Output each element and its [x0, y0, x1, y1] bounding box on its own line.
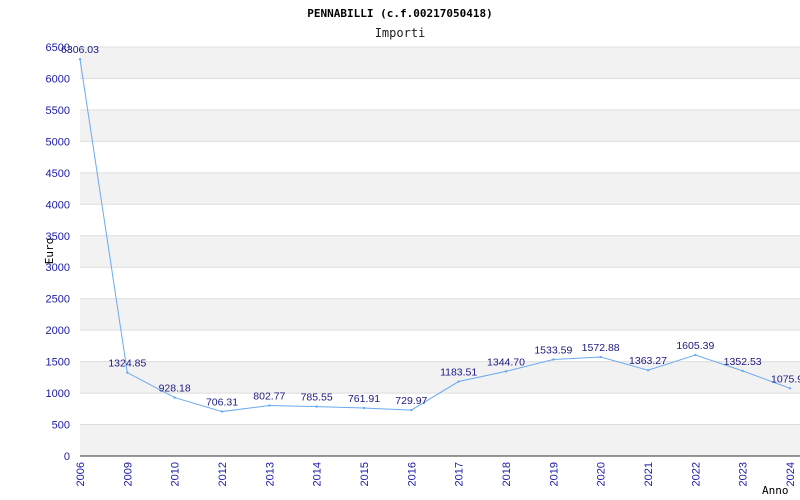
x-tick-label: 2009 [122, 462, 134, 486]
data-label: 1363.27 [629, 355, 667, 367]
data-point [788, 387, 792, 390]
grid-band [80, 393, 800, 425]
data-label: 785.55 [301, 392, 333, 404]
x-tick-label: 2015 [359, 462, 371, 486]
grid-band [80, 78, 800, 110]
data-point [268, 404, 271, 407]
y-tick-label: 5000 [46, 136, 70, 148]
x-tick-label: 2016 [406, 462, 418, 486]
data-point [599, 355, 602, 359]
x-tick-label: 2022 [690, 462, 702, 486]
data-label: 1605.39 [676, 340, 714, 352]
x-tick-label: 2010 [170, 462, 182, 486]
data-point [694, 353, 697, 357]
x-tick-label: 2023 [738, 462, 750, 486]
data-label: 1572.88 [582, 342, 620, 354]
grid-band [80, 109, 800, 142]
data-point [741, 369, 744, 373]
data-point [220, 410, 224, 413]
y-tick-label: 1500 [46, 357, 70, 369]
data-label: 1352.53 [724, 356, 762, 368]
line-chart: 0500100015002000250030003500400045005000… [43, 7, 800, 497]
x-tick-label: 2021 [643, 462, 655, 486]
grid-bands [80, 47, 800, 456]
x-tick-label: 2024 [785, 462, 797, 486]
x-tick-label: 2006 [75, 462, 87, 486]
data-label: 706.31 [206, 397, 238, 409]
data-point [504, 370, 508, 373]
data-point [410, 408, 413, 412]
data-point [78, 58, 82, 61]
y-tick-label: 4500 [46, 168, 70, 180]
data-point [646, 369, 650, 372]
data-label: 761.91 [348, 393, 380, 405]
chart-subtitle: Importi [375, 26, 426, 40]
y-tick-label: 4000 [46, 199, 70, 211]
y-tick-label: 5500 [46, 105, 70, 117]
grid-band [80, 298, 800, 331]
y-tick-label: 2500 [46, 294, 70, 306]
y-tick-label: 1000 [46, 388, 70, 400]
data-label: 6306.03 [61, 44, 99, 56]
y-tick-label: 500 [52, 420, 70, 432]
grid-band [80, 424, 800, 456]
x-tick-label: 2018 [501, 462, 513, 486]
chart-title: PENNABILLI (c.f.00217050418) [307, 7, 492, 20]
x-tick-label: 2017 [454, 462, 466, 486]
data-label: 1533.59 [534, 345, 572, 357]
y-axis-label: Euro [43, 238, 56, 265]
data-label: 729.97 [395, 395, 427, 407]
y-tick-label: 0 [64, 451, 70, 463]
grid-band [80, 204, 800, 236]
data-label: 928.18 [159, 383, 191, 395]
x-axis-label: Anno [762, 484, 789, 497]
x-tick-label: 2012 [217, 462, 229, 486]
y-tick-label: 6000 [46, 73, 70, 85]
x-axis-ticks: 2006 2009 2010 2012 2013 2014 2015 2016 2017 2018… [75, 462, 797, 486]
grid-band [80, 172, 800, 205]
grid-band [80, 267, 800, 299]
x-tick-label: 2014 [312, 462, 324, 486]
y-tick-label: 2000 [46, 325, 70, 337]
data-label: 1324.85 [108, 358, 146, 370]
data-label: 1183.51 [440, 367, 477, 379]
data-point [457, 380, 460, 383]
data-label: 1075.95 [771, 373, 800, 385]
grid-band [80, 141, 800, 173]
data-point [552, 358, 555, 361]
grid-band [80, 47, 800, 79]
data-point [126, 371, 129, 374]
data-label: 1344.70 [487, 356, 525, 368]
data-point [173, 396, 176, 399]
x-tick-label: 2020 [596, 462, 608, 486]
data-label: 802.77 [253, 390, 285, 402]
x-tick-label: 2019 [548, 462, 560, 486]
data-point [362, 406, 366, 410]
data-point [315, 405, 318, 408]
x-tick-label: 2013 [264, 462, 276, 486]
grid-band [80, 235, 800, 268]
